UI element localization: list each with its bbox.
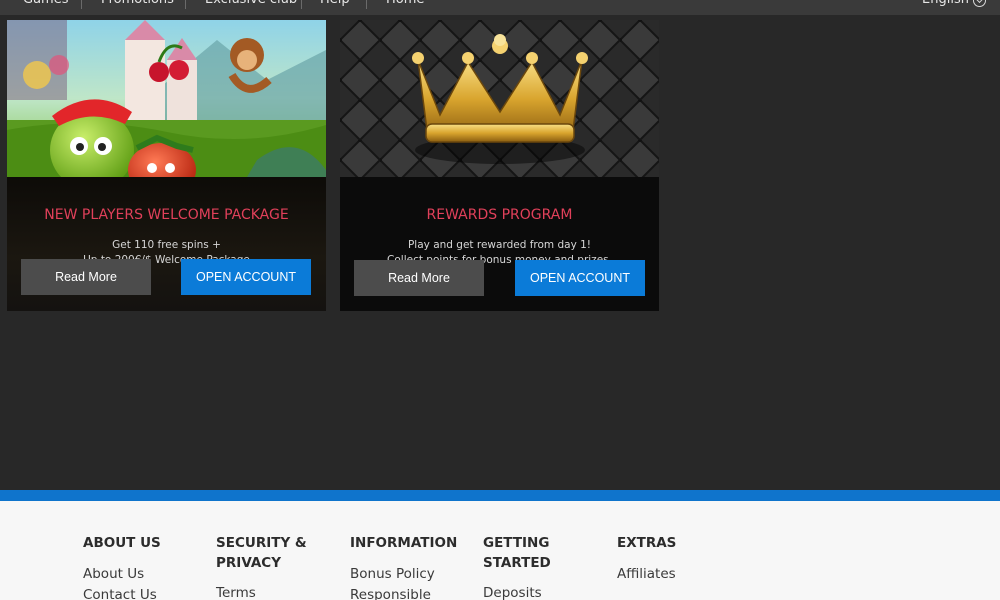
footer-column-information: INFORMATION Bonus Policy Responsible: [350, 533, 475, 600]
promo-description-line: Get 110 free spins +: [112, 239, 221, 251]
read-more-button[interactable]: Read More: [354, 260, 484, 296]
open-account-button[interactable]: OPEN ACCOUNT: [515, 260, 645, 296]
footer-link-contact-us[interactable]: Contact Us: [83, 585, 208, 600]
nav-divider: [185, 0, 186, 9]
chevron-down-icon: [973, 0, 986, 7]
nav-divider: [301, 0, 302, 9]
footer-column-about: ABOUT US About Us Contact Us: [83, 533, 208, 600]
promo-card-rewards: REWARDS PROGRAM Play and get rewarded fr…: [340, 20, 659, 311]
footer-link-about-us[interactable]: About Us: [83, 564, 208, 585]
footer-link-responsible[interactable]: Responsible: [350, 585, 475, 600]
nav-item-games[interactable]: Games: [23, 0, 68, 8]
open-account-button[interactable]: OPEN ACCOUNT: [181, 259, 311, 295]
footer-accent-bar: [0, 490, 1000, 501]
nav-item-home[interactable]: Home: [386, 0, 424, 8]
footer-link-deposits[interactable]: Deposits: [483, 583, 608, 600]
top-navigation: Games Promotions Exclusive club Help Hom…: [0, 0, 1000, 15]
read-more-button[interactable]: Read More: [21, 259, 151, 295]
footer-link-affiliates[interactable]: Affiliates: [617, 564, 742, 585]
footer-heading: ABOUT US: [83, 535, 161, 551]
nav-divider: [81, 0, 82, 9]
footer-column-getting-started: GETTING STARTED Deposits: [483, 533, 608, 600]
language-selector[interactable]: English: [922, 0, 986, 8]
nav-item-promotions[interactable]: Promotions: [101, 0, 174, 8]
footer-column-extras: EXTRAS Affiliates: [617, 533, 742, 585]
footer-heading: EXTRAS: [617, 535, 677, 551]
footer-link-terms[interactable]: Terms: [216, 583, 341, 600]
nav-divider: [366, 0, 367, 9]
footer: ABOUT US About Us Contact Us SECURITY & …: [0, 501, 1000, 600]
promo-image-gold-crown: [340, 20, 659, 177]
promo-image-fruit-characters: [7, 20, 326, 177]
promo-title: REWARDS PROGRAM: [426, 207, 573, 223]
nav-item-help[interactable]: Help: [320, 0, 350, 8]
footer-link-bonus-policy[interactable]: Bonus Policy: [350, 564, 475, 585]
footer-heading: GETTING STARTED: [483, 535, 551, 571]
promo-card-welcome: NEW PLAYERS WELCOME PACKAGE Get 110 free…: [7, 20, 326, 311]
nav-item-exclusive-club[interactable]: Exclusive club: [205, 0, 297, 8]
footer-column-security: SECURITY & PRIVACY Terms: [216, 533, 341, 600]
footer-heading: SECURITY & PRIVACY: [216, 535, 307, 571]
language-label: English: [922, 0, 969, 8]
promo-title: NEW PLAYERS WELCOME PACKAGE: [44, 207, 289, 223]
promo-description-line: Play and get rewarded from day 1!: [407, 239, 592, 251]
footer-heading: INFORMATION: [350, 535, 458, 551]
